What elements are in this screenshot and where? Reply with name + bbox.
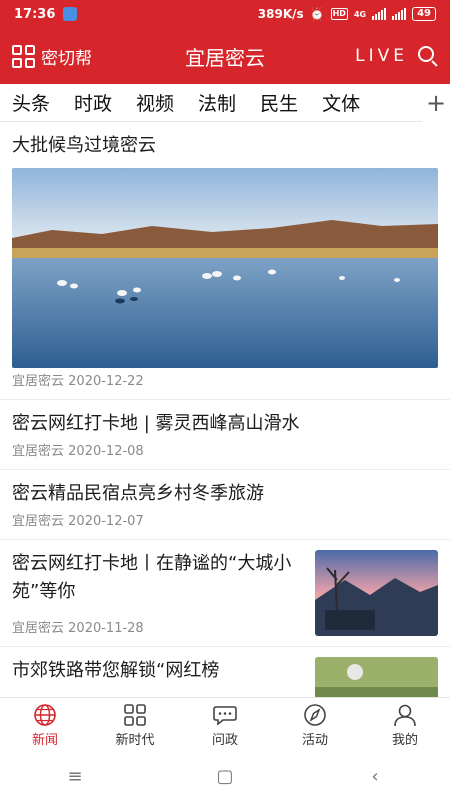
system-navigation: ≡ ▢ ‹: [0, 752, 450, 800]
status-indicators: 389K/s ⏰ HD 4G 49: [258, 7, 436, 21]
globe-icon: [34, 703, 56, 726]
channel-tabs: 头条 时政 视频 法制 民生 文体 +: [0, 84, 450, 122]
news-title: 密云网红打卡地丨在静谧的“大城小苑”等你: [12, 553, 292, 602]
news-title: 大批候鸟过境密云: [12, 135, 156, 156]
menu-icon[interactable]: ≡: [45, 766, 105, 787]
tab-wenti[interactable]: 文体: [310, 89, 372, 116]
news-source: 宜居密云: [12, 374, 65, 389]
news-date: 2020-12-22: [68, 374, 144, 389]
tab-shizheng[interactable]: 时政: [62, 89, 124, 116]
railway-thumbnail: [315, 657, 438, 697]
tab-fazhi[interactable]: 法制: [186, 89, 248, 116]
news-source: 宜居密云: [12, 444, 65, 459]
news-date: 2020-12-08: [68, 444, 144, 459]
news-date: 2020-12-07: [68, 514, 144, 529]
news-meta: 宜居密云 2020-12-08: [12, 440, 438, 459]
mi-qie-bang-label: 密切帮: [41, 48, 92, 69]
nav-mine[interactable]: 我的: [360, 698, 450, 752]
nav-label: 活动: [301, 732, 328, 748]
news-feed: 大批候鸟过境密云 宜居密云 2020-12-22 密云网红打卡地 | 雾灵西峰高…: [0, 122, 450, 697]
grid-icon: [12, 44, 35, 68]
signal-icon-2: [392, 8, 407, 20]
status-time: 17:36: [14, 6, 56, 22]
network-type: 4G: [353, 9, 367, 19]
nav-label: 新时代: [115, 732, 155, 748]
lake-birds-image: [12, 168, 438, 368]
news-item[interactable]: 大批候鸟过境密云 宜居密云 2020-12-22: [0, 122, 450, 400]
app-header: 密切帮 宜居密云 LIVE: [0, 28, 450, 84]
tab-shipin[interactable]: 视频: [124, 89, 186, 116]
news-title: 密云网红打卡地 | 雾灵西峰高山滑水: [12, 413, 300, 434]
signal-icon: [372, 8, 387, 20]
add-channel-icon[interactable]: +: [422, 84, 450, 122]
news-title: 密云精品民宿点亮乡村冬季旅游: [12, 483, 264, 504]
news-item[interactable]: 市郊铁路带您解锁“网红榜: [0, 647, 450, 697]
compass-icon: [304, 703, 326, 726]
bottom-navigation: 新闻 新时代 问政 活动 我的: [0, 697, 450, 752]
nav-label: 新闻: [31, 732, 58, 748]
battery-icon: 49: [412, 7, 436, 21]
sunset-garden-thumbnail: [315, 550, 438, 636]
news-item[interactable]: 密云精品民宿点亮乡村冬季旅游 宜居密云 2020-12-07: [0, 470, 450, 540]
notification-icon: [63, 7, 78, 21]
nav-new-era[interactable]: 新时代: [90, 698, 180, 752]
mi-qie-bang-button[interactable]: 密切帮: [12, 44, 92, 69]
network-speed: 389K/s: [257, 7, 304, 21]
news-source: 宜居密云: [12, 514, 65, 529]
tab-toutiao[interactable]: 头条: [0, 89, 62, 116]
back-icon[interactable]: ‹: [345, 766, 405, 787]
live-button[interactable]: LIVE: [355, 46, 408, 66]
alarm-icon: ⏰: [309, 7, 325, 21]
news-meta: 宜居密云 2020-12-22: [12, 370, 438, 389]
nav-label: 问政: [211, 732, 238, 748]
person-icon: [394, 704, 416, 726]
nav-news[interactable]: 新闻: [0, 698, 90, 752]
hd-icon: HD: [330, 8, 348, 20]
nav-activity[interactable]: 活动: [270, 698, 360, 752]
news-source: 宜居密云: [12, 621, 65, 636]
tab-minsheng[interactable]: 民生: [248, 89, 310, 116]
news-item[interactable]: 密云网红打卡地丨在静谧的“大城小苑”等你 宜居密云 2020-11-28: [0, 540, 450, 647]
news-date: 2020-11-28: [68, 621, 144, 636]
nav-wenzheng[interactable]: 问政: [180, 698, 270, 752]
search-icon[interactable]: [418, 46, 438, 67]
nav-label: 我的: [391, 732, 418, 748]
news-item[interactable]: 密云网红打卡地 | 雾灵西峰高山滑水 宜居密云 2020-12-08: [0, 400, 450, 470]
grid-icon: [124, 703, 146, 726]
status-bar: 17:36 389K/s ⏰ HD 4G 49: [0, 0, 450, 28]
home-icon[interactable]: ▢: [195, 766, 255, 787]
chat-icon: [213, 705, 237, 726]
news-meta: 宜居密云 2020-12-07: [12, 510, 438, 529]
news-meta: 宜居密云 2020-11-28: [12, 617, 305, 636]
news-title: 市郊铁路带您解锁“网红榜: [12, 660, 220, 681]
